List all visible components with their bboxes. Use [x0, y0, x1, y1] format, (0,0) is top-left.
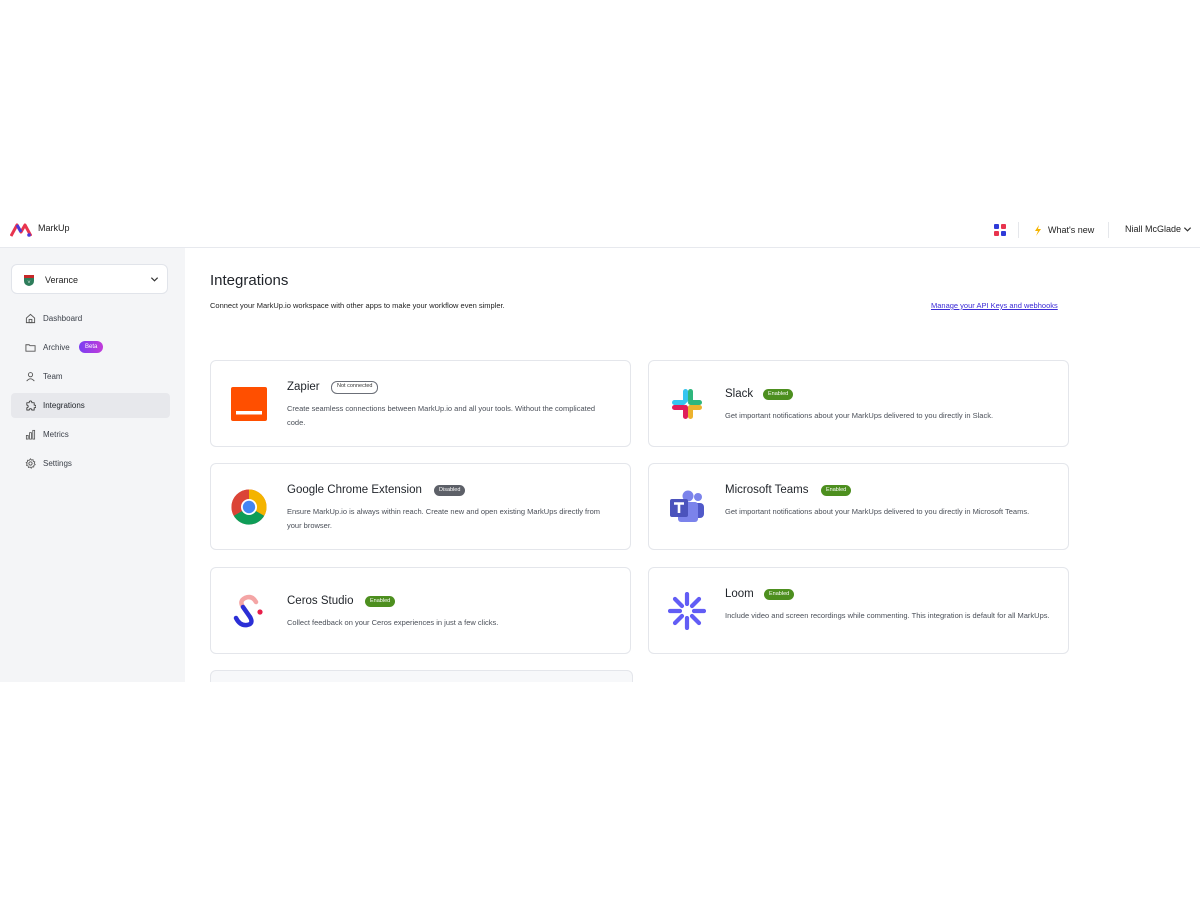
apps-grid-icon[interactable]	[994, 224, 1006, 236]
sidebar-item-label: Dashboard	[43, 314, 83, 323]
puzzle-icon	[26, 400, 36, 411]
integration-card-slack[interactable]: Slack Enabled Get important notification…	[648, 360, 1069, 447]
integration-description: Get important notifications about your M…	[725, 411, 994, 420]
integration-description: Get important notifications about your M…	[725, 507, 1030, 516]
integration-description: Create seamless connections between Mark…	[287, 404, 596, 427]
integration-card-teams[interactable]: Microsoft Teams Enabled Get important no…	[648, 463, 1069, 550]
status-badge: Enabled	[763, 389, 794, 400]
page-subtitle: Connect your MarkUp.io workspace with ot…	[210, 301, 505, 310]
chevron-down-icon	[150, 277, 159, 282]
integration-description: Ensure MarkUp.io is always within reach.…	[287, 507, 601, 530]
status-badge: Enabled	[764, 589, 795, 600]
chrome-icon	[231, 489, 267, 525]
integration-title: Slack	[725, 388, 754, 400]
integration-card-chrome[interactable]: Google Chrome Extension Disabled Ensure …	[210, 463, 631, 550]
integration-title: Microsoft Teams	[725, 484, 809, 496]
gear-icon	[25, 458, 36, 469]
manage-api-keys-link[interactable]: Manage your API Keys and webhooks	[931, 301, 1058, 310]
divider	[1108, 222, 1109, 238]
markup-logo-icon[interactable]	[10, 222, 32, 238]
loom-icon	[668, 592, 706, 630]
zapier-icon	[231, 387, 267, 421]
sidebar-item-archive[interactable]: Archive Beta	[11, 335, 170, 360]
sidebar-item-settings[interactable]: Settings	[11, 451, 170, 476]
main-content: Integrations Connect your MarkUp.io work…	[185, 248, 1200, 682]
sidebar-item-dashboard[interactable]: Dashboard	[11, 306, 170, 331]
bar-chart-icon	[25, 429, 36, 440]
sidebar-item-label: Metrics	[43, 430, 69, 439]
status-badge: Enabled	[365, 596, 396, 607]
brand-name: MarkUp	[38, 223, 70, 233]
sidebar-item-label: Settings	[43, 459, 72, 468]
sidebar: V Verance Dashboard Archive Beta Team In…	[0, 248, 185, 682]
teams-icon	[670, 490, 704, 522]
integration-title: Zapier	[287, 381, 320, 393]
sidebar-item-label: Archive	[43, 343, 70, 352]
sidebar-item-team[interactable]: Team	[11, 364, 170, 389]
workspace-name: Verance	[45, 275, 79, 285]
divider	[1018, 222, 1019, 238]
user-menu-name[interactable]: Niall McGlade	[1125, 224, 1181, 234]
folder-icon	[25, 344, 36, 352]
workspace-selector[interactable]: V Verance	[11, 264, 168, 294]
sparkle-icon	[1035, 224, 1041, 236]
sidebar-item-label: Integrations	[43, 401, 85, 410]
app-window: MarkUp What's new Niall McGlade V Veranc…	[0, 212, 1200, 682]
integration-card-partial[interactable]	[210, 670, 633, 682]
status-badge: Enabled	[821, 485, 852, 496]
sidebar-item-label: Team	[43, 372, 63, 381]
ceros-icon	[233, 594, 263, 628]
page-title: Integrations	[210, 272, 289, 289]
sidebar-item-metrics[interactable]: Metrics	[11, 422, 170, 447]
status-badge: Disabled	[434, 485, 466, 496]
whats-new-button[interactable]: What's new	[1032, 221, 1094, 239]
integration-card-loom[interactable]: Loom Enabled Include video and screen re…	[648, 567, 1069, 654]
integration-card-ceros[interactable]: Ceros Studio Enabled Collect feedback on…	[210, 567, 631, 654]
integration-description: Collect feedback on your Ceros experienc…	[287, 618, 499, 627]
integration-card-zapier[interactable]: Zapier Not connected Create seamless con…	[210, 360, 631, 447]
top-bar: MarkUp What's new Niall McGlade	[0, 212, 1200, 248]
status-badge: Not connected	[331, 381, 379, 394]
slack-icon	[672, 389, 702, 419]
whats-new-label: What's new	[1048, 225, 1095, 235]
chevron-down-icon[interactable]	[1183, 225, 1192, 234]
sidebar-nav: Dashboard Archive Beta Team Integrations…	[11, 306, 170, 480]
integration-title: Loom	[725, 588, 754, 600]
workspace-avatar-icon: V	[22, 273, 36, 287]
integration-title: Ceros Studio	[287, 595, 354, 607]
sidebar-item-integrations[interactable]: Integrations	[11, 393, 170, 418]
beta-badge: Beta	[79, 341, 104, 353]
integration-title: Google Chrome Extension	[287, 484, 422, 496]
home-icon	[25, 313, 36, 324]
integration-description: Include video and screen recordings whil…	[725, 611, 1050, 620]
user-icon	[26, 372, 35, 382]
svg-text:V: V	[28, 279, 31, 284]
